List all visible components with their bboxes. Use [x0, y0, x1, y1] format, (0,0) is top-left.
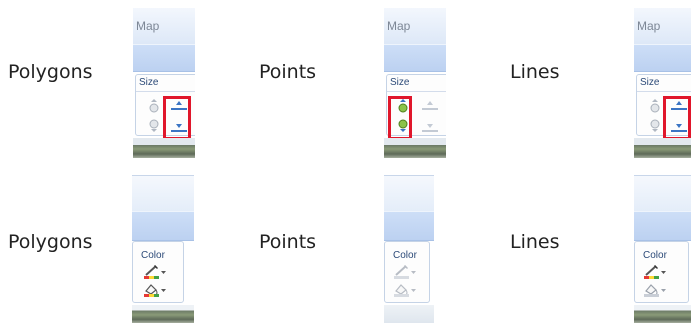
window-title: Map: [387, 19, 411, 33]
window-title: Map: [136, 19, 160, 33]
color-group-label: Color: [643, 250, 667, 261]
size-panel-points: Map Size: [384, 8, 446, 158]
decrease-point-size-icon[interactable]: [148, 119, 160, 133]
decrease-point-size-icon[interactable]: [649, 119, 661, 133]
size-group-label: Size: [139, 77, 159, 88]
fill-color-icon[interactable]: [643, 282, 667, 298]
ribbon-top-band: [634, 175, 691, 211]
map-strip: [634, 138, 691, 158]
window-title: Map: [637, 19, 661, 33]
ribbon-tab-band: [634, 44, 691, 72]
color-group: Color: [634, 241, 689, 303]
pen-color-icon[interactable]: [143, 264, 167, 280]
color-group-label: Color: [393, 250, 417, 261]
increase-point-size-icon[interactable]: [649, 99, 661, 113]
map-strip: [384, 305, 434, 323]
divider: [637, 91, 691, 92]
pen-color-icon[interactable]: [393, 264, 417, 280]
ribbon-tab-band: [384, 44, 446, 72]
ribbon-tab-band: [132, 211, 194, 241]
ribbon-tab-band: [384, 211, 434, 241]
highlight-box: [388, 96, 412, 140]
map-strip: [132, 305, 194, 323]
label-points: Points: [259, 231, 317, 253]
map-strip: [384, 138, 446, 158]
decrease-line-size-icon[interactable]: [421, 119, 439, 133]
help-figure: { "labels": { "top_left": "Polygons", "t…: [0, 0, 691, 335]
ribbon-top-band: [384, 175, 434, 211]
size-group-label: Size: [390, 77, 410, 88]
divider: [387, 91, 446, 92]
highlight-box: [663, 96, 691, 140]
color-panel-lines: Color: [634, 175, 691, 323]
increase-line-size-icon[interactable]: [421, 99, 439, 113]
size-panel-polygons: Map Size: [133, 8, 195, 158]
size-panel-lines: Map Size: [634, 8, 691, 158]
color-group-label: Color: [141, 250, 165, 261]
label-lines: Lines: [510, 231, 560, 253]
fill-color-icon[interactable]: [143, 282, 167, 298]
ribbon-top-band: [132, 175, 194, 211]
color-group: Color: [384, 241, 430, 303]
highlight-box: [163, 96, 191, 140]
ribbon-tab-band: [133, 44, 195, 72]
ribbon-tab-band: [634, 211, 691, 241]
map-strip: [133, 138, 195, 158]
color-group: Color: [132, 241, 184, 303]
label-polygons: Polygons: [8, 231, 93, 253]
pen-color-icon[interactable]: [643, 264, 667, 280]
divider: [136, 91, 195, 92]
color-panel-polygons: Color: [132, 175, 194, 323]
label-lines: Lines: [510, 61, 560, 83]
color-panel-points: Color: [384, 175, 434, 323]
label-points: Points: [259, 61, 317, 83]
map-strip: [634, 305, 691, 323]
size-group-label: Size: [640, 77, 660, 88]
label-polygons: Polygons: [8, 61, 93, 83]
increase-point-size-icon[interactable]: [148, 99, 160, 113]
fill-color-icon[interactable]: [393, 282, 417, 298]
